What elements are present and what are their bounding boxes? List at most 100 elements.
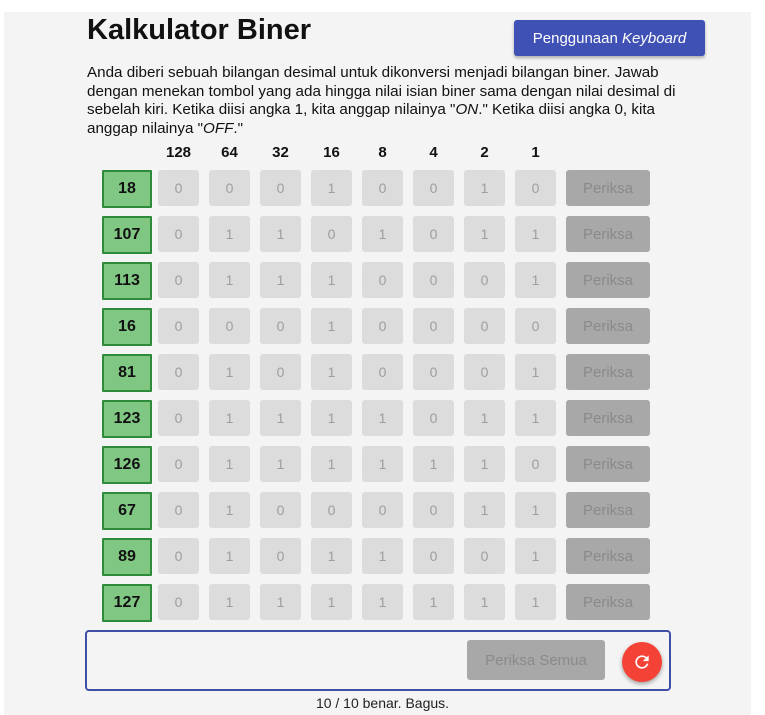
decimal-value: 123 [102,400,152,438]
bit-toggle-button[interactable]: 1 [515,400,556,436]
bit-toggle-button[interactable]: 0 [413,354,454,390]
bit-toggle-button[interactable]: 1 [209,584,250,620]
bit-toggle-button[interactable]: 0 [515,170,556,206]
bit-toggle-button[interactable]: 1 [464,216,505,252]
bit-toggle-button[interactable]: 0 [413,308,454,344]
bit-toggle-button[interactable]: 1 [209,216,250,252]
bit-toggle-button[interactable]: 0 [464,262,505,298]
keyboard-usage-button[interactable]: Penggunaan Keyboard [514,20,705,56]
bit-toggle-button[interactable]: 0 [158,492,199,528]
bit-toggle-button[interactable]: 1 [311,170,352,206]
bit-toggle-button[interactable]: 0 [260,354,301,390]
bit-toggle-button[interactable]: 1 [464,584,505,620]
bit-toggle-button[interactable]: 1 [464,400,505,436]
bit-toggle-button[interactable]: 1 [515,216,556,252]
bit-toggle-button[interactable]: 0 [413,538,454,574]
instructions-text: Anda diberi sebuah bilangan desimal untu… [87,64,677,138]
exercise-row: 113 0 1 1 1 0 0 0 1 Periksa [0,262,765,300]
bit-toggle-button[interactable]: 1 [464,492,505,528]
bit-toggle-button[interactable]: 1 [311,446,352,482]
bit-toggle-button[interactable]: 1 [362,446,403,482]
check-row-button[interactable]: Periksa [566,492,650,528]
bit-toggle-button[interactable]: 1 [311,262,352,298]
check-row-button[interactable]: Periksa [566,584,650,620]
bit-toggle-button[interactable]: 1 [362,216,403,252]
check-all-button[interactable]: Periksa Semua [467,640,605,680]
bit-toggle-button[interactable]: 1 [413,446,454,482]
bit-toggle-button[interactable]: 0 [311,216,352,252]
bit-toggle-button[interactable]: 1 [362,538,403,574]
bit-toggle-button[interactable]: 1 [311,400,352,436]
bit-toggle-button[interactable]: 0 [311,492,352,528]
bit-toggle-button[interactable]: 0 [515,446,556,482]
bit-toggle-button[interactable]: 1 [311,538,352,574]
decimal-value: 67 [102,492,152,530]
bit-toggle-button[interactable]: 0 [464,308,505,344]
bit-toggle-button[interactable]: 1 [311,308,352,344]
bit-toggle-button[interactable]: 1 [362,400,403,436]
bit-toggle-button[interactable]: 1 [209,262,250,298]
bit-toggle-button[interactable]: 1 [311,584,352,620]
bit-toggle-button[interactable]: 0 [158,354,199,390]
bit-toggle-button[interactable]: 0 [413,216,454,252]
bit-toggle-button[interactable]: 1 [260,262,301,298]
bit-toggle-button[interactable]: 0 [362,354,403,390]
bit-toggle-button[interactable]: 0 [158,400,199,436]
bit-toggle-button[interactable]: 0 [158,538,199,574]
bit-toggle-button[interactable]: 1 [209,446,250,482]
bit-toggle-button[interactable]: 0 [413,400,454,436]
bit-toggle-button[interactable]: 0 [158,446,199,482]
bit-toggle-button[interactable]: 0 [209,170,250,206]
bit-toggle-button[interactable]: 1 [311,354,352,390]
bit-toggle-button[interactable]: 0 [413,262,454,298]
bit-toggle-button[interactable]: 1 [464,446,505,482]
bit-toggle-button[interactable]: 0 [464,538,505,574]
bit-toggle-button[interactable]: 1 [260,216,301,252]
bit-toggle-button[interactable]: 1 [413,584,454,620]
place-value-label: 2 [480,144,489,161]
bit-toggle-button[interactable]: 0 [362,492,403,528]
exercise-row: 89 0 1 0 1 1 0 0 1 Periksa [0,538,765,576]
bit-toggle-button[interactable]: 0 [158,262,199,298]
check-row-button[interactable]: Periksa [566,400,650,436]
bit-toggle-button[interactable]: 0 [260,492,301,528]
bit-toggle-button[interactable]: 0 [362,170,403,206]
bit-toggle-button[interactable]: 1 [260,400,301,436]
bit-toggle-button[interactable]: 1 [515,354,556,390]
bit-toggle-button[interactable]: 1 [209,400,250,436]
bit-toggle-button[interactable]: 0 [260,308,301,344]
bit-toggle-button[interactable]: 0 [464,354,505,390]
bit-toggle-button[interactable]: 1 [260,446,301,482]
reset-button[interactable] [622,642,662,682]
bit-toggle-button[interactable]: 1 [209,354,250,390]
bit-toggle-button[interactable]: 0 [158,584,199,620]
bit-toggle-button[interactable]: 0 [362,262,403,298]
bit-toggle-button[interactable]: 0 [260,538,301,574]
bit-toggle-button[interactable]: 1 [209,538,250,574]
check-row-button[interactable]: Periksa [566,354,650,390]
bit-toggle-button[interactable]: 0 [362,308,403,344]
bit-toggle-button[interactable]: 0 [515,308,556,344]
bit-toggle-button[interactable]: 0 [413,170,454,206]
check-row-button[interactable]: Periksa [566,308,650,344]
check-row-button[interactable]: Periksa [566,262,650,298]
bit-toggle-button[interactable]: 1 [515,492,556,528]
bit-toggle-button[interactable]: 0 [209,308,250,344]
check-row-button[interactable]: Periksa [566,170,650,206]
bit-toggle-button[interactable]: 0 [260,170,301,206]
bit-toggle-button[interactable]: 1 [464,170,505,206]
bit-toggle-button[interactable]: 0 [158,308,199,344]
bit-toggle-button[interactable]: 1 [362,584,403,620]
bit-toggle-button[interactable]: 0 [158,216,199,252]
check-row-button[interactable]: Periksa [566,446,650,482]
check-row-button[interactable]: Periksa [566,216,650,252]
bit-toggle-button[interactable]: 1 [260,584,301,620]
bit-toggle-button[interactable]: 0 [413,492,454,528]
bit-toggle-button[interactable]: 0 [158,170,199,206]
bit-toggle-button[interactable]: 1 [209,492,250,528]
bit-toggle-button[interactable]: 1 [515,262,556,298]
bit-toggle-button[interactable]: 1 [515,538,556,574]
check-row-button[interactable]: Periksa [566,538,650,574]
bit-toggle-button[interactable]: 1 [515,584,556,620]
page-title: Kalkulator Biner [87,14,311,46]
